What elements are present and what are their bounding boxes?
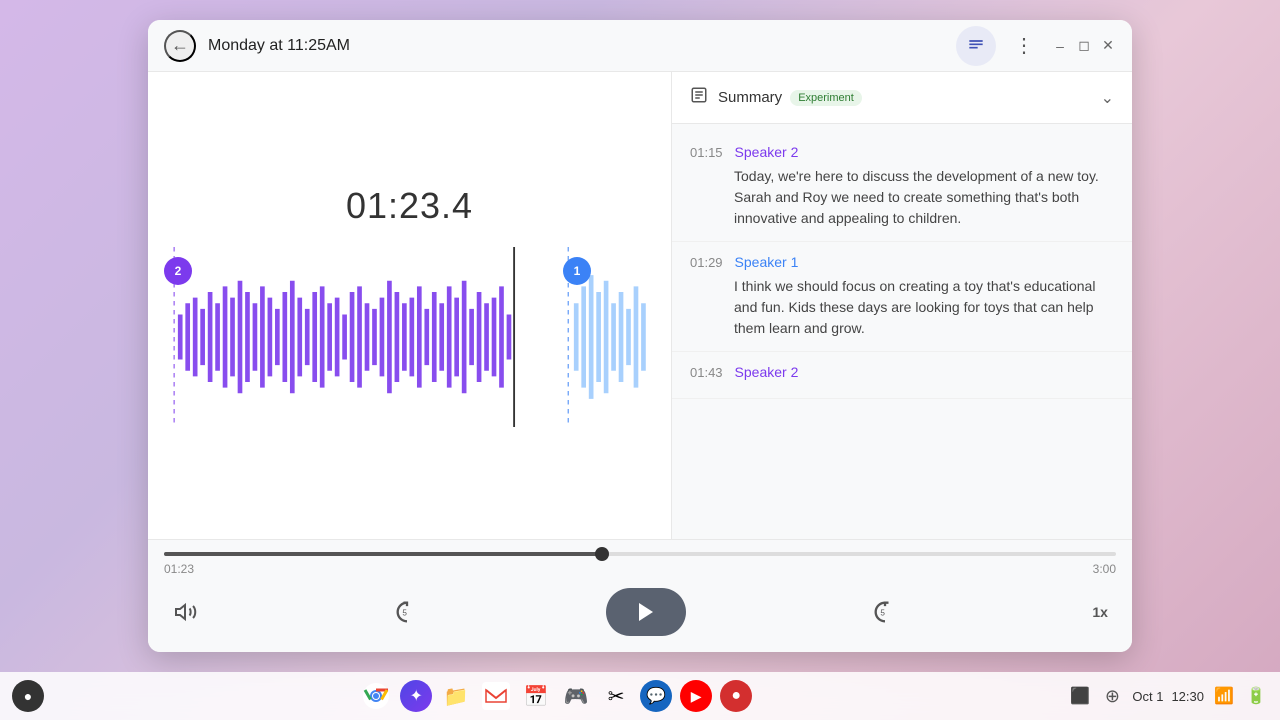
more-options-button[interactable]: ⋮ (1004, 26, 1044, 66)
svg-text:5: 5 (402, 609, 407, 618)
photos-icon[interactable]: ✂ (600, 680, 632, 712)
play-store-icon[interactable]: 🎮 (560, 680, 592, 712)
time-labels: 01:23 3:00 (164, 562, 1116, 576)
progress-bar[interactable] (164, 552, 1116, 556)
transcript-entry: 01:29 Speaker 1 I think we should focus … (672, 242, 1132, 352)
speaker1-marker: 1 (563, 257, 591, 285)
close-button[interactable]: ✕ (1100, 38, 1116, 54)
maximize-button[interactable]: ◻ (1076, 38, 1092, 54)
date-display: Oct 1 (1132, 689, 1163, 704)
time-display: 12:30 (1171, 689, 1204, 704)
title-bar-right: ⋮ – ◻ ✕ (956, 26, 1116, 66)
waveform-container: 2 1 (148, 247, 671, 427)
entry-time: 01:43 (690, 365, 723, 380)
speaker-name: Speaker 2 (735, 364, 799, 380)
entry-time: 01:29 (690, 255, 723, 270)
app-window: ← Monday at 11:25AM ⋮ – ◻ ✕ 01:23.4 (148, 20, 1132, 652)
svg-text:5: 5 (881, 609, 886, 618)
wifi-icon[interactable]: 📶 (1212, 684, 1236, 708)
assistant-icon[interactable]: ✦ (400, 680, 432, 712)
speed-button[interactable]: 1x (1084, 600, 1116, 624)
progress-fill (164, 552, 602, 556)
speaker-name: Speaker 2 (735, 144, 799, 160)
entry-text: Today, we're here to discuss the develop… (690, 166, 1114, 229)
screen-record-icon[interactable]: ⬛ (1068, 684, 1092, 708)
rewind-button[interactable]: 5 (385, 590, 429, 634)
window-title: Monday at 11:25AM (208, 37, 350, 55)
transcript-entry: 01:43 Speaker 2 (672, 352, 1132, 399)
taskbar-right: ⬛ ⊕ Oct 1 12:30 📶 🔋 (1068, 684, 1268, 708)
summary-chevron-icon: ⌄ (1101, 88, 1114, 108)
speaker2-marker: 2 (164, 257, 192, 285)
youtube-icon[interactable]: ▶ (680, 680, 712, 712)
volume-button[interactable] (164, 590, 208, 634)
battery-icon[interactable]: 🔋 (1244, 684, 1268, 708)
summary-header[interactable]: Summary Experiment ⌄ (672, 72, 1132, 124)
entry-header: 01:43 Speaker 2 (690, 364, 1114, 380)
waveform-svg (148, 247, 671, 427)
play-button[interactable] (606, 588, 686, 636)
controls-row: 5 5 1x (164, 584, 1116, 644)
transcript-list: 01:15 Speaker 2 Today, we're here to dis… (672, 124, 1132, 539)
total-time: 3:00 (1093, 562, 1116, 576)
window-controls: – ◻ ✕ (1052, 38, 1116, 54)
playback-area: 01:23 3:00 5 (148, 539, 1132, 652)
recorder-icon[interactable]: ● (720, 680, 752, 712)
main-content: 01:23.4 2 1 (148, 72, 1132, 539)
add-icon[interactable]: ⊕ (1100, 684, 1124, 708)
transcript-view-button[interactable] (956, 26, 996, 66)
back-button[interactable]: ← (164, 30, 196, 62)
experiment-badge: Experiment (790, 90, 862, 106)
messages-icon[interactable]: 💬 (640, 680, 672, 712)
entry-time: 01:15 (690, 145, 723, 160)
files-icon[interactable]: 📁 (440, 680, 472, 712)
timestamp-display: 01:23.4 (346, 185, 473, 227)
waveform-area: 01:23.4 2 1 (148, 72, 672, 539)
summary-icon (690, 86, 708, 109)
entry-text: I think we should focus on creating a to… (690, 276, 1114, 339)
calendar-icon[interactable]: 📅 (520, 680, 552, 712)
system-tray-icon[interactable]: ● (12, 680, 44, 712)
speaker-name: Speaker 1 (735, 254, 799, 270)
current-time: 01:23 (164, 562, 194, 576)
minimize-button[interactable]: – (1052, 38, 1068, 54)
summary-label: Summary (718, 89, 782, 106)
title-bar: ← Monday at 11:25AM ⋮ – ◻ ✕ (148, 20, 1132, 72)
forward-button[interactable]: 5 (863, 590, 907, 634)
transcript-panel: Summary Experiment ⌄ 01:15 Speaker 2 Tod… (672, 72, 1132, 539)
entry-header: 01:15 Speaker 2 (690, 144, 1114, 160)
taskbar-center: ✦ 📁 📅 🎮 ✂ 💬 ▶ ● (44, 680, 1068, 712)
taskbar-left: ● (12, 680, 44, 712)
entry-header: 01:29 Speaker 1 (690, 254, 1114, 270)
transcript-entry: 01:15 Speaker 2 Today, we're here to dis… (672, 132, 1132, 242)
taskbar: ● ✦ 📁 📅 (0, 672, 1280, 720)
chrome-icon[interactable] (360, 680, 392, 712)
gmail-icon[interactable] (480, 680, 512, 712)
progress-thumb (595, 547, 609, 561)
title-bar-left: ← Monday at 11:25AM (164, 30, 956, 62)
